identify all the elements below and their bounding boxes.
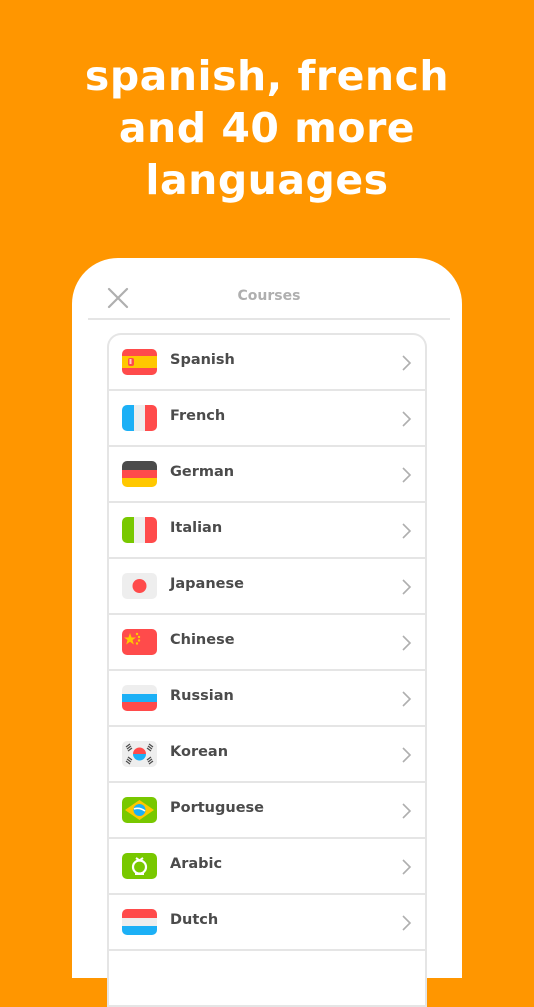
course-label: Chinese <box>170 632 235 648</box>
headline-line-1: spanish, french <box>84 52 450 100</box>
brazil-flag-icon <box>122 797 157 823</box>
korea-flag-icon <box>122 741 157 767</box>
course-item-korean[interactable]: Korean <box>109 727 425 783</box>
japan-flag-icon <box>122 573 157 599</box>
course-label: Portuguese <box>170 800 264 816</box>
course-label: Russian <box>170 688 234 704</box>
chevron-right-icon <box>402 803 412 819</box>
course-label: Italian <box>170 520 223 536</box>
chevron-right-icon <box>402 579 412 595</box>
course-item-partial[interactable] <box>109 951 425 1007</box>
russia-flag-icon <box>122 685 157 711</box>
course-item-french[interactable]: French <box>109 391 425 447</box>
course-label: Japanese <box>170 576 244 592</box>
china-flag-icon <box>122 629 157 655</box>
courses-card: Courses Spanish French German Italian Ja… <box>72 258 462 1007</box>
chevron-right-icon <box>402 747 412 763</box>
chevron-right-icon <box>402 859 412 875</box>
chevron-right-icon <box>402 691 412 707</box>
promo-headline: spanish, french and 40 more languages <box>0 50 534 206</box>
course-item-japanese[interactable]: Japanese <box>109 559 425 615</box>
chevron-right-icon <box>402 635 412 651</box>
course-item-russian[interactable]: Russian <box>109 671 425 727</box>
netherlands-flag-icon <box>122 909 157 935</box>
courses-title: Courses <box>237 288 301 304</box>
course-item-italian[interactable]: Italian <box>109 503 425 559</box>
germany-flag-icon <box>122 461 157 487</box>
course-label: Arabic <box>170 856 223 872</box>
chevron-right-icon <box>402 411 412 427</box>
course-item-german[interactable]: German <box>109 447 425 503</box>
courses-list: Spanish French German Italian Japanese C… <box>107 333 427 1007</box>
course-item-dutch[interactable]: Dutch <box>109 895 425 951</box>
course-item-arabic[interactable]: Arabic <box>109 839 425 895</box>
course-label: Spanish <box>170 352 235 368</box>
course-item-spanish[interactable]: Spanish <box>109 335 425 391</box>
chevron-right-icon <box>402 467 412 483</box>
chevron-right-icon <box>402 523 412 539</box>
france-flag-icon <box>122 405 157 431</box>
course-label: Korean <box>170 744 229 760</box>
course-label: German <box>170 464 235 480</box>
chevron-right-icon <box>402 355 412 371</box>
course-item-chinese[interactable]: Chinese <box>109 615 425 671</box>
course-item-portuguese[interactable]: Portuguese <box>109 783 425 839</box>
courses-header: Courses <box>88 258 450 320</box>
course-label: French <box>170 408 226 424</box>
headline-line-3: languages <box>145 156 389 204</box>
chevron-right-icon <box>402 915 412 931</box>
italy-flag-icon <box>122 517 157 543</box>
headline-line-2: and 40 more <box>118 104 416 152</box>
arabic-flag-icon <box>122 853 157 879</box>
course-label: Dutch <box>170 912 219 928</box>
spain-flag-icon <box>122 349 157 375</box>
